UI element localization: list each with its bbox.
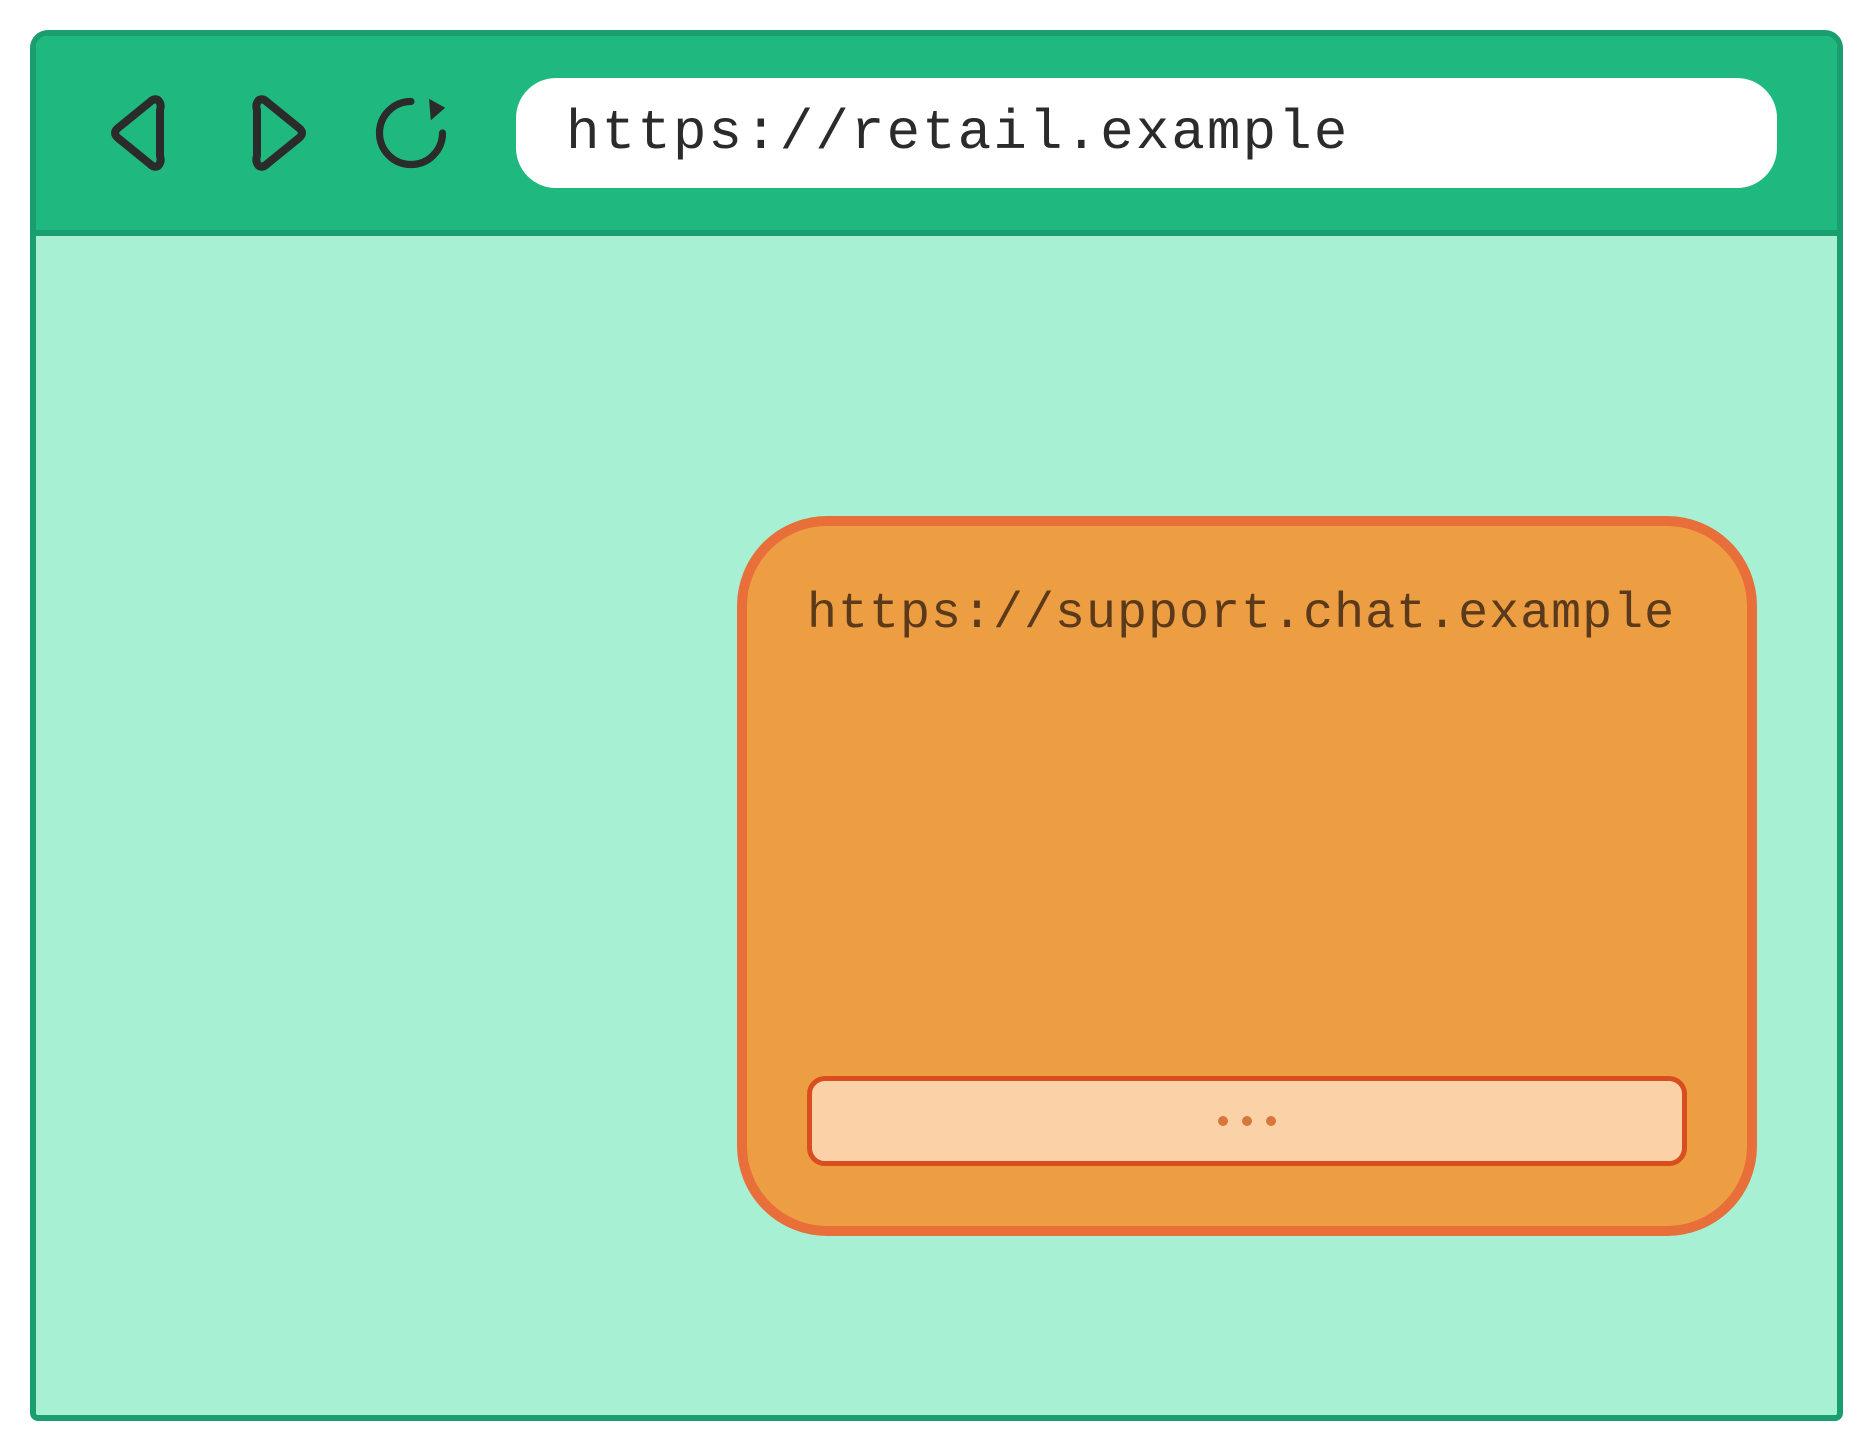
browser-toolbar: https://retail.example [36,36,1837,236]
chat-input-wrapper [807,1076,1687,1166]
address-bar[interactable]: https://retail.example [516,78,1777,188]
back-button[interactable] [96,88,186,178]
nav-icons [96,88,456,178]
forward-icon [231,88,321,178]
forward-button[interactable] [231,88,321,178]
browser-window: https://retail.example https://support.c… [30,30,1843,1421]
reload-button[interactable] [366,88,456,178]
chat-input[interactable] [807,1076,1687,1166]
reload-icon [366,88,456,178]
back-icon [96,88,186,178]
browser-content: https://support.chat.example [36,236,1837,1415]
chat-widget: https://support.chat.example [737,516,1757,1236]
typing-indicator-icon [1218,1116,1276,1126]
address-bar-url: https://retail.example [566,101,1349,165]
chat-widget-url: https://support.chat.example [807,586,1687,643]
